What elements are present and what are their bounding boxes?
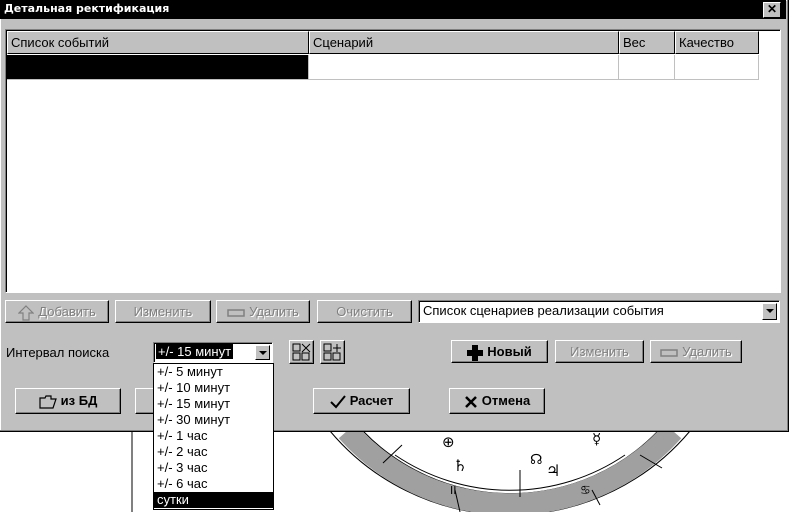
calculate-label: Расчет bbox=[349, 393, 394, 408]
minus-icon bbox=[660, 348, 678, 357]
dropdown-option[interactable]: +/- 10 минут bbox=[154, 380, 273, 396]
column-header-weight[interactable]: Вес bbox=[619, 31, 675, 54]
dropdown-option[interactable]: +/- 15 минут bbox=[154, 396, 273, 412]
edit-event-label: Изменить bbox=[133, 304, 193, 319]
new-scenario-button[interactable]: Новый bbox=[451, 340, 548, 363]
earth-glyph-icon: ⊕ bbox=[442, 433, 455, 451]
grid-add-icon bbox=[323, 343, 341, 361]
close-icon bbox=[464, 395, 477, 408]
grid-cell-weight[interactable] bbox=[619, 55, 675, 80]
column-header-scenario[interactable]: Сценарий bbox=[309, 31, 619, 54]
add-event-button[interactable]: Добавить bbox=[5, 300, 109, 323]
checkmark-icon bbox=[329, 394, 346, 409]
scenario-list-value: Список сценариев реализации события bbox=[423, 303, 664, 318]
grid-cross-icon bbox=[292, 343, 310, 361]
arrow-up-icon bbox=[18, 304, 35, 321]
plus-icon bbox=[467, 344, 484, 361]
chevron-down-icon[interactable] bbox=[762, 303, 777, 320]
gemini-glyph-icon: II bbox=[450, 484, 457, 497]
title-bar[interactable]: Детальная ректификация ✕ bbox=[0, 0, 786, 19]
clear-events-label: Очистить bbox=[336, 304, 393, 319]
close-button[interactable]: ✕ bbox=[763, 2, 781, 18]
from-db-label: из БД bbox=[60, 393, 98, 408]
cancer-glyph-icon: ♋ bbox=[580, 483, 591, 497]
search-interval-value: +/- 15 минут bbox=[156, 344, 234, 359]
column-header-quality[interactable]: Качество bbox=[675, 31, 759, 54]
from-db-button[interactable]: из БД bbox=[15, 388, 121, 414]
mercury-glyph-icon: ☿ bbox=[592, 430, 601, 448]
dropdown-option[interactable]: +/- 30 минут bbox=[154, 412, 273, 428]
scenario-list-combo[interactable]: Список сценариев реализации события bbox=[418, 300, 780, 323]
search-interval-label: Интервал поиска bbox=[6, 345, 110, 360]
events-grid[interactable]: Список событий Сценарий Вес Качество bbox=[5, 29, 781, 293]
grid-tool-button-2[interactable] bbox=[320, 340, 345, 364]
delete-scenario-label: Удалить bbox=[682, 344, 732, 359]
cancel-button[interactable]: Отмена bbox=[449, 388, 545, 414]
hidden-button-partial[interactable] bbox=[135, 388, 155, 414]
dropdown-option[interactable]: +/- 6 час bbox=[154, 476, 273, 492]
dropdown-option[interactable]: +/- 2 час bbox=[154, 444, 273, 460]
calculate-button[interactable]: Расчет bbox=[313, 388, 410, 414]
edit-event-button[interactable]: Изменить bbox=[115, 300, 211, 323]
window-title: Детальная ректификация bbox=[4, 2, 170, 15]
column-header-events[interactable]: Список событий bbox=[7, 31, 309, 54]
grid-cell-scenario[interactable] bbox=[309, 55, 619, 80]
rectification-dialog: Детальная ректификация ✕ Список событий … bbox=[0, 0, 789, 432]
minus-icon bbox=[227, 308, 245, 317]
folder-open-icon bbox=[39, 394, 57, 409]
dropdown-option[interactable]: +/- 3 час bbox=[154, 460, 273, 476]
dropdown-option-highlighted[interactable]: сутки bbox=[154, 492, 273, 508]
search-interval-select[interactable]: +/- 15 минут bbox=[153, 342, 273, 363]
clear-events-button[interactable]: Очистить bbox=[317, 300, 412, 323]
dropdown-option[interactable]: +/- 5 минут bbox=[154, 364, 273, 380]
delete-event-label: Удалить bbox=[249, 304, 299, 319]
saturn-glyph-icon: ♄ bbox=[453, 456, 467, 475]
add-event-label: Добавить bbox=[38, 304, 96, 319]
chevron-down-icon[interactable] bbox=[255, 345, 270, 360]
grid-cell-selected[interactable] bbox=[7, 55, 309, 80]
dropdown-option[interactable]: +/- 1 час bbox=[154, 428, 273, 444]
cancel-label: Отмена bbox=[481, 393, 531, 408]
jupiter-glyph-icon: ♃ bbox=[546, 461, 560, 480]
edit-scenario-button[interactable]: Изменить bbox=[555, 340, 644, 363]
grid-tool-button-1[interactable] bbox=[289, 340, 314, 364]
edit-scenario-label: Изменить bbox=[570, 344, 629, 359]
search-interval-dropdown[interactable]: +/- 5 минут +/- 10 минут +/- 15 минут +/… bbox=[153, 363, 274, 510]
grid-cell-quality[interactable] bbox=[675, 55, 759, 80]
delete-event-button[interactable]: Удалить bbox=[216, 300, 310, 323]
delete-scenario-button[interactable]: Удалить bbox=[650, 340, 742, 363]
node-glyph-icon: ☊ bbox=[530, 452, 542, 468]
new-scenario-label: Новый bbox=[487, 344, 532, 359]
